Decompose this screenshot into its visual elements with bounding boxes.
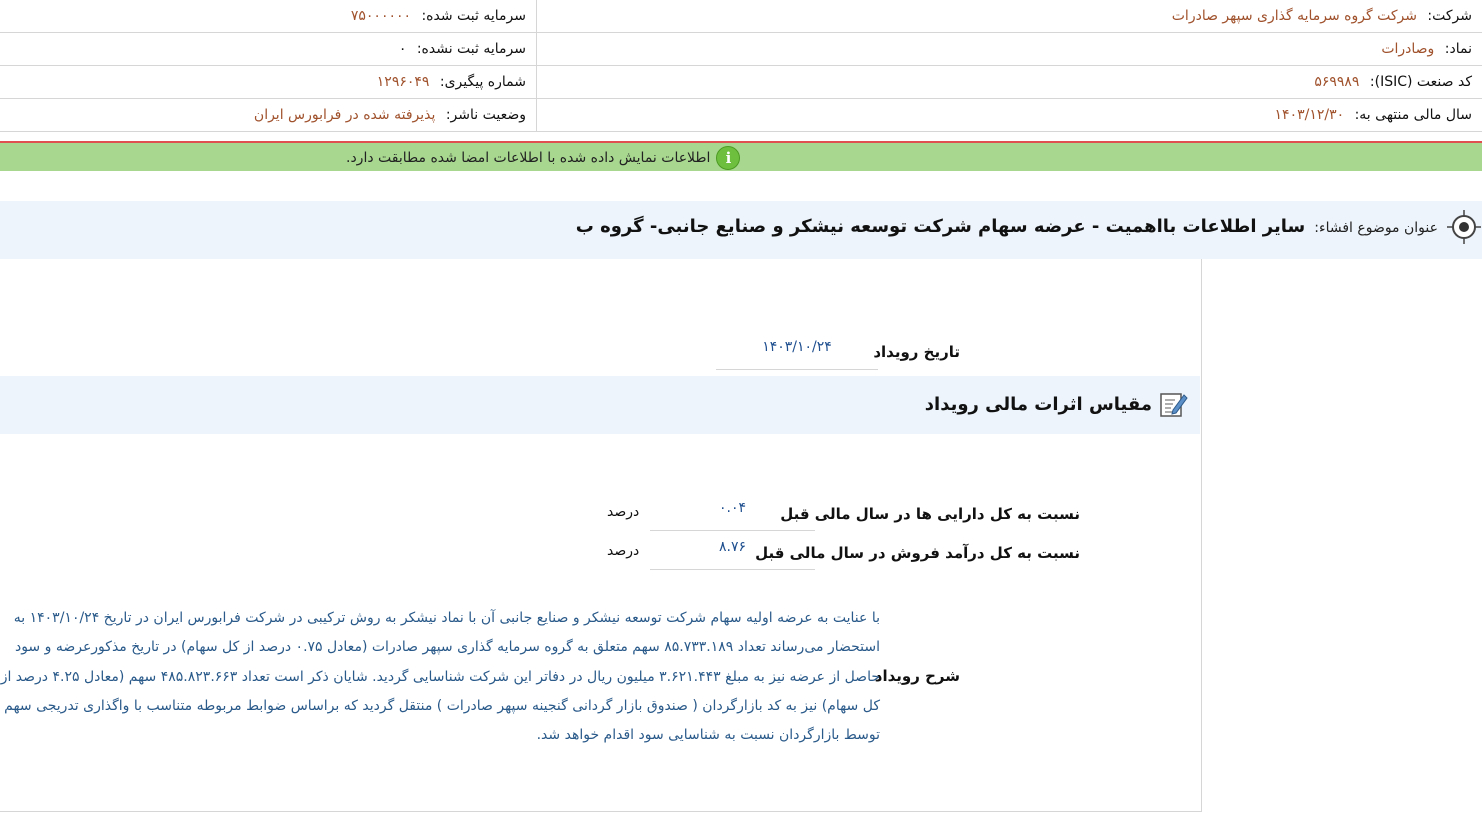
symbol-value: وصادرات bbox=[1381, 41, 1435, 57]
info-row: نماد: وصادرات سرمایه ثبت نشده: ۰ bbox=[0, 32, 1482, 66]
symbol-label: نماد: bbox=[1444, 41, 1472, 57]
publisher-status-value: پذیرفته شده در فرابورس ایران bbox=[253, 107, 436, 123]
capital-registered-label: سرمایه ثبت شده: bbox=[421, 8, 526, 24]
isic-value: ۵۶۹۹۸۹ bbox=[1314, 74, 1360, 90]
isic-label: کد صنعت (ISIC): bbox=[1369, 74, 1472, 90]
capital-unregistered-value: ۰ bbox=[398, 41, 407, 57]
subject-title: سایر اطلاعات بااهمیت - عرضه سهام شرکت تو… bbox=[575, 216, 1306, 237]
tracking-value: ۱۲۹۶۰۴۹ bbox=[376, 74, 430, 90]
company-label: شرکت: bbox=[1427, 8, 1472, 24]
company-info-table: شرکت: شرکت گروه سرمایه گذاری سپهر صادرات… bbox=[0, 0, 1482, 132]
info-row: شرکت: شرکت گروه سرمایه گذاری سپهر صادرات… bbox=[0, 0, 1482, 33]
isic-cell: کد صنعت (ISIC): ۵۶۹۹۸۹ bbox=[536, 65, 1482, 99]
fiscal-label: سال مالی منتهی به: bbox=[1354, 107, 1472, 123]
financial-section-heading: مقیاس اثرات مالی رویداد bbox=[925, 389, 1188, 419]
publisher-status-label: وضعیت ناشر: bbox=[445, 107, 526, 123]
subject-heading: عنوان موضوع افشاء: سایر اطلاعات بااهمیت … bbox=[576, 216, 1438, 237]
edit-icon bbox=[1160, 393, 1188, 417]
tracking-cell: شماره پیگیری: ۱۲۹۶۰۴۹ bbox=[0, 65, 537, 99]
capital-registered-cell: سرمایه ثبت شده: ۷۵۰۰۰۰۰۰ bbox=[0, 0, 537, 33]
description-text: با عنایت به عرضه اولیه سهام شرکت توسعه ن… bbox=[0, 610, 880, 744]
event-date-label: تاریخ رویداد bbox=[873, 343, 960, 361]
subject-bar: عنوان موضوع افشاء: سایر اطلاعات بااهمیت … bbox=[0, 201, 1482, 259]
verification-content: i اطلاعات نمایش داده شده با اطلاعات امضا… bbox=[346, 146, 741, 170]
target-icon bbox=[1447, 210, 1481, 244]
verification-text: اطلاعات نمایش داده شده با اطلاعات امضا ش… bbox=[346, 150, 711, 166]
financial-section-header: مقیاس اثرات مالی رویداد bbox=[0, 376, 1200, 434]
company-cell: شرکت: شرکت گروه سرمایه گذاری سپهر صادرات bbox=[536, 0, 1482, 33]
metric-assets-unit: درصد bbox=[607, 504, 640, 520]
tracking-label: شماره پیگیری: bbox=[439, 74, 526, 90]
info-icon: i bbox=[716, 146, 741, 170]
metric-assets-value: ۰.۰۴ bbox=[650, 500, 815, 531]
capital-unregistered-label: سرمایه ثبت نشده: bbox=[416, 41, 526, 57]
event-date-value: ۱۴۰۳/۱۰/۲۴ bbox=[716, 339, 878, 370]
fiscal-cell: سال مالی منتهی به: ۱۴۰۳/۱۲/۳۰ bbox=[536, 98, 1482, 132]
capital-registered-value: ۷۵۰۰۰۰۰۰ bbox=[350, 8, 412, 24]
company-value: شرکت گروه سرمایه گذاری سپهر صادرات bbox=[1171, 8, 1417, 24]
verification-banner: i اطلاعات نمایش داده شده با اطلاعات امضا… bbox=[0, 141, 1482, 171]
metric-revenue-value: ۸.۷۶ bbox=[650, 539, 815, 570]
info-row: سال مالی منتهی به: ۱۴۰۳/۱۲/۳۰ وضعیت ناشر… bbox=[0, 98, 1482, 132]
metric-revenue-unit: درصد bbox=[607, 543, 640, 559]
publisher-status-cell: وضعیت ناشر: پذیرفته شده در فرابورس ایران bbox=[0, 98, 537, 132]
financial-section-title: مقیاس اثرات مالی رویداد bbox=[924, 393, 1152, 415]
metric-assets-label: نسبت به کل دارایی ها در سال مالی قبل bbox=[780, 505, 1080, 523]
subject-label: عنوان موضوع افشاء: bbox=[1314, 220, 1438, 236]
capital-unregistered-cell: سرمایه ثبت نشده: ۰ bbox=[0, 32, 537, 66]
description-label: شرح رویداد bbox=[874, 667, 960, 685]
symbol-cell: نماد: وصادرات bbox=[536, 32, 1482, 66]
info-row: کد صنعت (ISIC): ۵۶۹۹۸۹ شماره پیگیری: ۱۲۹… bbox=[0, 65, 1482, 99]
fiscal-value: ۱۴۰۳/۱۲/۳۰ bbox=[1274, 107, 1345, 123]
